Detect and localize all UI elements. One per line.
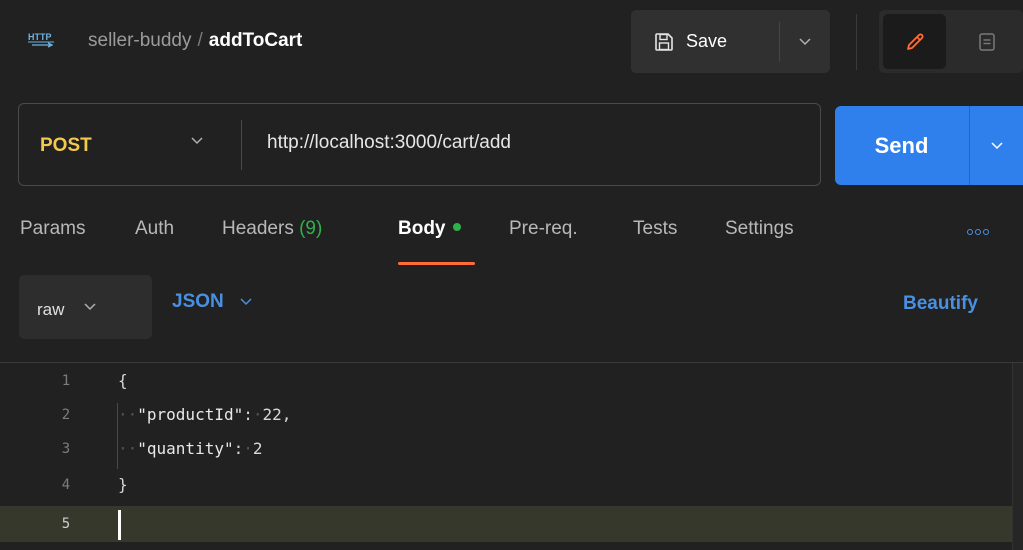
chevron-down-icon[interactable] bbox=[191, 137, 203, 145]
request-header: HTTP seller-buddy / addToCart Save bbox=[0, 0, 1023, 88]
json-value: 22, bbox=[262, 405, 292, 424]
body-status-dot bbox=[452, 222, 461, 231]
line-code: ··"productId":·22, bbox=[118, 405, 292, 424]
http-icon: HTTP bbox=[28, 32, 54, 48]
tab-pre-request[interactable]: Pre-req. bbox=[509, 218, 578, 240]
indent-guide bbox=[117, 403, 118, 469]
active-tab-indicator bbox=[398, 262, 475, 265]
tab-body-label: Body bbox=[398, 218, 446, 239]
save-button-group: Save bbox=[631, 10, 830, 73]
comment-icon bbox=[979, 32, 995, 51]
line-number: 5 bbox=[61, 516, 71, 532]
comments-button[interactable] bbox=[957, 14, 1017, 69]
url-divider bbox=[241, 120, 242, 170]
headers-count-badge: (9) bbox=[299, 218, 323, 239]
save-button[interactable]: Save bbox=[631, 10, 779, 73]
line-code: { bbox=[118, 371, 128, 390]
editor-line: 2 ··"productId":·22, bbox=[0, 400, 1012, 430]
line-code: } bbox=[118, 475, 128, 494]
tab-headers[interactable]: Headers (9) bbox=[222, 218, 322, 240]
pencil-icon bbox=[906, 33, 923, 50]
editor-scrollbar[interactable] bbox=[1012, 363, 1023, 550]
editor-line-current: 5 bbox=[0, 506, 1012, 542]
line-number: 1 bbox=[61, 373, 71, 389]
request-tabs: Params Auth Headers (9) Body Pre-req. Te… bbox=[0, 218, 1023, 268]
edit-mode-button[interactable] bbox=[883, 14, 946, 69]
save-label: Save bbox=[686, 31, 728, 51]
breadcrumb: seller-buddy / addToCart bbox=[88, 30, 302, 52]
json-key: "quantity" bbox=[137, 439, 234, 458]
header-divider bbox=[856, 14, 857, 70]
tab-settings[interactable]: Settings bbox=[725, 218, 794, 240]
save-icon bbox=[655, 32, 673, 51]
request-name[interactable]: addToCart bbox=[209, 30, 303, 51]
text-cursor bbox=[118, 510, 121, 540]
editor-line: 3 ··"quantity":·2 bbox=[0, 434, 1012, 464]
body-language-label: JSON bbox=[172, 291, 224, 312]
editor-line: 4 } bbox=[0, 470, 1012, 500]
more-options-icon[interactable] bbox=[967, 229, 989, 235]
send-options-dropdown[interactable] bbox=[970, 106, 1023, 185]
code-editor[interactable]: 1 { 2 ··"productId":·22, 3 ··"quantity":… bbox=[0, 363, 1023, 550]
view-mode-toggle bbox=[879, 10, 1023, 73]
json-value: 2 bbox=[252, 439, 263, 458]
http-method-select[interactable]: POST bbox=[40, 135, 92, 157]
tab-tests[interactable]: Tests bbox=[633, 218, 677, 240]
chevron-down-icon bbox=[799, 37, 811, 45]
chevron-down-icon bbox=[240, 298, 252, 306]
body-mode-label: raw bbox=[37, 300, 65, 319]
chevron-down-icon bbox=[990, 141, 1003, 149]
tab-headers-label: Headers bbox=[222, 218, 294, 239]
line-code: ··"quantity":·2 bbox=[118, 439, 263, 458]
send-button-group: Send bbox=[835, 106, 1023, 185]
tab-params[interactable]: Params bbox=[20, 218, 85, 240]
url-input[interactable] bbox=[267, 132, 807, 154]
save-options-dropdown[interactable] bbox=[780, 10, 830, 73]
json-key: "productId" bbox=[137, 405, 244, 424]
body-mode-select[interactable]: raw bbox=[19, 275, 152, 339]
body-language-select[interactable]: JSON bbox=[172, 291, 252, 313]
url-bar: POST bbox=[18, 103, 821, 186]
beautify-button[interactable]: Beautify bbox=[903, 293, 978, 315]
line-number: 3 bbox=[61, 441, 71, 457]
breadcrumb-collection[interactable]: seller-buddy bbox=[88, 30, 192, 51]
tab-body[interactable]: Body bbox=[398, 218, 461, 240]
chevron-down-icon bbox=[84, 303, 96, 311]
send-button[interactable]: Send bbox=[835, 106, 968, 185]
line-number: 4 bbox=[61, 477, 71, 493]
http-icon-text: HTTP bbox=[28, 32, 52, 42]
tab-auth[interactable]: Auth bbox=[135, 218, 174, 240]
editor-line: 1 { bbox=[0, 366, 1012, 396]
line-number: 2 bbox=[61, 407, 71, 423]
breadcrumb-separator: / bbox=[197, 30, 203, 51]
